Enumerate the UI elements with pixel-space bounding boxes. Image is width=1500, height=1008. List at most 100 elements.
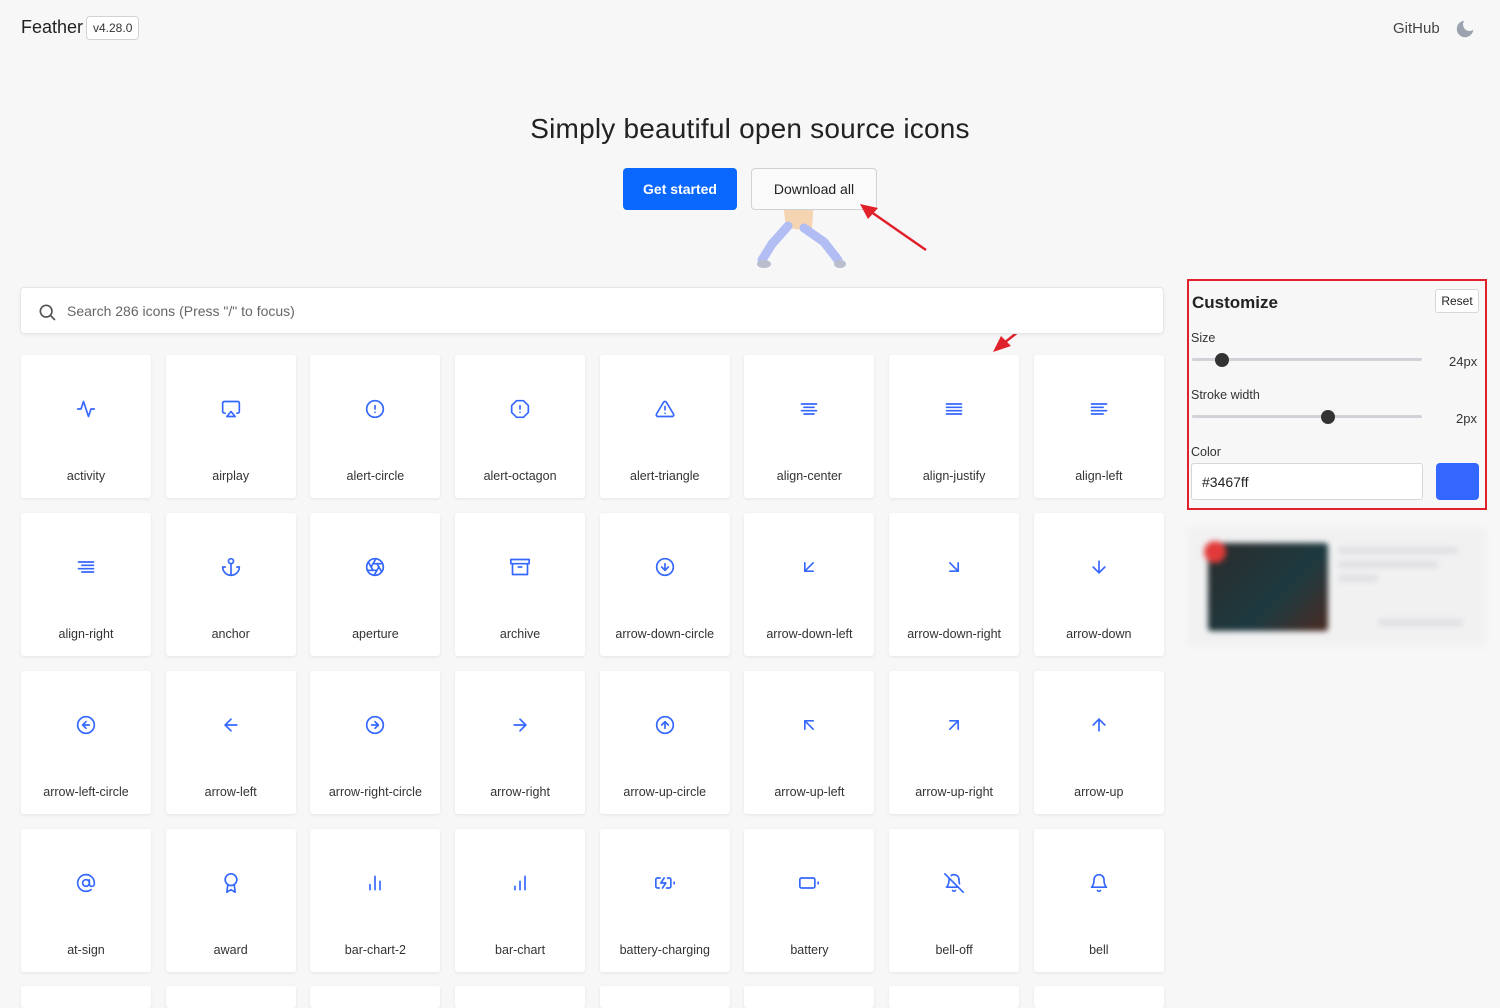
arrow-up-icon [1092, 718, 1106, 732]
icon-tile-battery[interactable]: battery [744, 829, 875, 972]
icon-tile-label: airplay [212, 469, 250, 483]
icon-tile[interactable] [165, 986, 296, 1008]
stroke-width-slider-track[interactable] [1192, 415, 1422, 418]
icon-tile-bell-off[interactable]: bell-off [889, 829, 1020, 972]
icon-tile-airplay[interactable]: airplay [165, 355, 296, 498]
icon-tile[interactable] [310, 986, 441, 1008]
icon-tile-bell[interactable]: bell [1033, 829, 1164, 972]
icon-grid-next-row [21, 986, 1164, 1008]
icon-tile-alert-octagon[interactable]: alert-octagon [455, 355, 586, 498]
icon-tile-label: battery [790, 943, 829, 957]
icon-tile-label: arrow-left [204, 785, 257, 799]
icon-tile-arrow-left-circle[interactable]: arrow-left-circle [21, 671, 151, 814]
icon-tile-award[interactable]: award [165, 829, 296, 972]
icon-grid: activity airplay alert-circle alert-octagon… [21, 355, 1164, 972]
icon-tile-aperture[interactable]: aperture [310, 513, 441, 656]
icon-tile-label: arrow-right [490, 785, 550, 799]
ad-image [1208, 543, 1328, 631]
at-sign-icon [76, 873, 96, 893]
icon-tile-label: arrow-up-left [774, 785, 845, 799]
search-bar [20, 287, 1164, 334]
alert-triangle-icon [655, 400, 675, 418]
reset-button[interactable]: Reset [1435, 289, 1479, 313]
icon-tile-label: arrow-right-circle [328, 785, 422, 799]
icon-tile-alert-circle[interactable]: alert-circle [310, 355, 441, 498]
github-link[interactable]: GitHub [1393, 20, 1440, 37]
icon-tile-label: alert-triangle [630, 469, 700, 483]
icon-tile[interactable] [599, 986, 730, 1008]
airplay-icon [221, 400, 240, 418]
arrow-down-circle-icon [655, 557, 674, 577]
annotation-arrow-icon [860, 204, 927, 252]
icon-tile[interactable] [1033, 986, 1164, 1008]
ad-text-line [1338, 547, 1458, 554]
search-input[interactable] [67, 296, 1147, 326]
icon-tile-label: bar-chart [495, 943, 546, 957]
color-hex-input[interactable] [1191, 463, 1423, 500]
icon-tile-arrow-down[interactable]: arrow-down [1033, 513, 1164, 656]
icon-tile-alert-triangle[interactable]: alert-triangle [599, 355, 730, 498]
bell-icon [1090, 873, 1108, 893]
arrow-right-circle-icon [366, 715, 385, 735]
icon-tile-label: arrow-down [1066, 627, 1132, 641]
icon-tile-label: align-center [776, 469, 843, 483]
arrow-right-icon [513, 718, 527, 732]
icon-tile-arrow-down-left[interactable]: arrow-down-left [744, 513, 875, 656]
icon-tile-arrow-right[interactable]: arrow-right [455, 671, 586, 814]
arrow-down-left-icon [804, 562, 815, 572]
icon-tile-label: align-left [1075, 469, 1123, 483]
icon-tile-align-right[interactable]: align-right [21, 513, 151, 656]
stroke-width-slider-thumb[interactable] [1320, 410, 1335, 424]
icon-tile[interactable] [21, 986, 151, 1008]
battery-icon [799, 877, 820, 889]
icon-tile-align-justify[interactable]: align-justify [889, 355, 1020, 498]
anchor-icon [221, 557, 240, 577]
icon-tile-label: arrow-down-left [766, 627, 853, 641]
stroke-width-value: 2px [1456, 411, 1477, 426]
size-value: 24px [1449, 354, 1478, 369]
stroke-width-label: Stroke width [1191, 388, 1260, 402]
icon-tile-arrow-down-right[interactable]: arrow-down-right [889, 513, 1020, 656]
icon-tile-label: align-justify [922, 469, 986, 483]
icon-tile-bar-chart[interactable]: bar-chart [455, 829, 586, 972]
version-badge: v4.28.0 [86, 16, 140, 40]
icon-tile-arrow-right-circle[interactable]: arrow-right-circle [310, 671, 441, 814]
icon-tile-arrow-up-right[interactable]: arrow-up-right [889, 671, 1020, 814]
get-started-button[interactable]: Get started [623, 168, 737, 210]
icon-tile-anchor[interactable]: anchor [165, 513, 296, 656]
icon-tile[interactable] [744, 986, 875, 1008]
icon-tile-arrow-up-circle[interactable]: arrow-up-circle [599, 671, 730, 814]
icon-tile-label: alert-circle [346, 469, 405, 483]
icon-tile-at-sign[interactable]: at-sign [21, 829, 151, 972]
icon-tile-arrow-down-circle[interactable]: arrow-down-circle [599, 513, 730, 656]
size-slider-thumb[interactable] [1214, 353, 1229, 367]
archive-icon [510, 558, 531, 576]
icon-tile[interactable] [455, 986, 586, 1008]
moon-icon[interactable] [1454, 18, 1476, 40]
icon-tile-align-center[interactable]: align-center [744, 355, 875, 498]
icon-tile-label: archive [499, 627, 541, 641]
award-icon [224, 873, 238, 893]
bar-chart-icon [514, 875, 526, 891]
bar-chart-2-icon [369, 875, 382, 891]
icon-tile[interactable] [889, 986, 1020, 1008]
icon-tile-label: bell [1089, 943, 1109, 957]
icon-tile-activity[interactable]: activity [21, 355, 151, 498]
icon-tile-archive[interactable]: archive [455, 513, 586, 656]
customize-title: Customize [1192, 293, 1278, 312]
color-swatch[interactable] [1436, 463, 1479, 500]
icon-tile-label: arrow-down-right [907, 627, 1002, 641]
ad-text-line [1338, 561, 1438, 568]
icon-tile-bar-chart-2[interactable]: bar-chart-2 [310, 829, 441, 972]
arrow-up-right-icon [949, 720, 960, 730]
icon-tile-label: align-right [58, 627, 114, 641]
icon-tile-align-left[interactable]: align-left [1033, 355, 1164, 498]
sponsor-ad[interactable] [1188, 527, 1486, 647]
icon-tile-battery-charging[interactable]: battery-charging [599, 829, 730, 972]
top-bar: Feather v4.28.0 GitHub [0, 0, 1500, 58]
icon-tile-arrow-up-left[interactable]: arrow-up-left [744, 671, 875, 814]
icon-tile-arrow-up[interactable]: arrow-up [1033, 671, 1164, 814]
icon-tile-arrow-left[interactable]: arrow-left [165, 671, 296, 814]
battery-charging-icon [654, 877, 675, 889]
brand-logo-text[interactable]: Feather [21, 17, 83, 38]
